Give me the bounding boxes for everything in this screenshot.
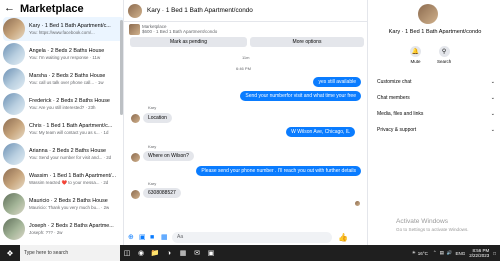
menu-chat-members[interactable]: Chat members ⌄ — [377, 95, 495, 101]
conversation-item[interactable]: Angela · 2 Beds 2 Baths House You: I'm wa… — [3, 42, 123, 66]
search-button[interactable]: ⚲ Search — [437, 46, 451, 64]
conversation-item[interactable]: Kary · 1 Bed 1 Bath Apartment/c... You: h… — [3, 17, 123, 41]
system-tray: ☀ 16°C ⌃ ▤ 🔊 ENG 8:56 PM 2/22/2023 □ — [412, 245, 496, 261]
outgoing-message: Please send your phone number . I'll rea… — [196, 166, 361, 176]
conversation-item[interactable]: Marsha · 2 Beds 2 Baths House You: call u… — [3, 67, 123, 91]
like-icon[interactable]: 👍 — [338, 233, 348, 242]
avatar — [131, 153, 140, 162]
app-icon[interactable]: ▣ — [204, 245, 218, 261]
avatar — [131, 190, 140, 199]
conversation-sidebar: ← Marketplace Kary · 1 Bed 1 Bath Apartm… — [0, 0, 124, 245]
mark-pending-button[interactable]: Mark as pending — [130, 37, 247, 47]
listing-card: Marketplace $600 · 1 Bed 1 Bath Apartmen… — [128, 23, 364, 49]
chevron-down-icon: ⌄ — [490, 79, 495, 85]
network-icon[interactable]: ▤ — [440, 250, 444, 256]
menu-media-files[interactable]: Media, files and links ⌄ — [377, 111, 495, 117]
avatar[interactable] — [128, 3, 142, 18]
conversation-item[interactable]: Chris · 1 Bed 1 Bath Apartment/c... You: … — [3, 117, 123, 141]
windows-start-icon[interactable]: ❖ — [0, 245, 20, 261]
incoming-message: Where on Wilson? — [143, 151, 194, 161]
conversation-item[interactable]: Wassim · 1 Bed 1 Bath Apartment/... Wassi… — [3, 167, 123, 191]
avatar[interactable] — [418, 4, 438, 24]
composer-bar: ⊕ ▣ ■ ▦ Aa 👍 — [124, 229, 367, 245]
search-icon: ⚲ — [438, 46, 450, 57]
sender-name: Kary — [148, 144, 157, 149]
activate-windows-subtitle: Go to Settings to activate Windows. — [396, 227, 469, 232]
message-input[interactable]: Aa — [172, 231, 332, 243]
chrome-icon[interactable]: ◉ — [134, 245, 148, 261]
sidebar-title: Marketplace — [20, 2, 84, 15]
mute-button[interactable]: 🔔 Mute — [410, 46, 421, 64]
listing-thumbnail — [3, 93, 25, 115]
listing-thumbnail — [3, 43, 25, 65]
menu-customize-chat[interactable]: Customize chat ⌄ — [377, 79, 495, 85]
listing-thumbnail — [3, 218, 25, 240]
sender-name: Kary — [148, 105, 157, 110]
outgoing-message: yes still available — [313, 77, 361, 87]
outgoing-message: W Wilson Ave, Chicago, IL — [286, 127, 355, 137]
avatar — [131, 114, 140, 123]
notification-icon[interactable]: □ — [493, 251, 496, 256]
listing-thumbnail — [3, 143, 25, 165]
timestamp: 11m — [242, 55, 250, 60]
listing-thumbnail — [3, 118, 25, 140]
chat-panel: Kary · 1 Bed 1 Bath Apartment/condo Mark… — [124, 0, 367, 245]
sidebar-scrollbar[interactable] — [120, 20, 123, 115]
store-icon[interactable]: ▦ — [176, 245, 190, 261]
bell-icon: 🔔 — [410, 46, 421, 57]
listing-thumbnail — [3, 193, 25, 215]
outgoing-message: Send your numberfor visit and what time … — [240, 91, 361, 101]
seen-avatar — [355, 201, 360, 206]
conversation-item[interactable]: Arianna · 2 Beds 2 Baths House You: Send … — [3, 142, 123, 166]
tray-arrow-icon[interactable]: ⌃ — [433, 250, 437, 256]
chat-header: Kary · 1 Bed 1 Bath Apartment/condo — [124, 0, 367, 22]
chat-title: Kary · 1 Bed 1 Bath Apartment/condo — [147, 7, 253, 14]
activate-windows-title: Activate Windows — [396, 218, 449, 225]
menu-privacy-support[interactable]: Privacy & support ⌄ — [377, 127, 495, 133]
edge-icon[interactable]: ◑ — [162, 245, 176, 261]
taskbar-search-input[interactable]: Type here to search — [20, 245, 120, 261]
chevron-down-icon: ⌄ — [490, 127, 495, 133]
conversation-item[interactable]: Joseph · 2 Beds 2 Baths Apartme... Joseph… — [3, 217, 123, 241]
more-options-button[interactable]: More options — [250, 37, 364, 47]
plus-icon[interactable]: ⊕ — [128, 234, 135, 241]
file-explorer-icon[interactable]: 📁 — [148, 245, 162, 261]
incoming-message: 6308088527 — [143, 188, 181, 198]
conversation-item[interactable]: Mauricio · 2 Beds 2 Baths House Mauricio:… — [3, 192, 123, 216]
listing-price: $600 · 1 Bed 1 Bath Apartment/condo — [142, 29, 218, 34]
sidebar-header: ← Marketplace — [0, 0, 123, 17]
listing-thumbnail — [3, 18, 25, 40]
gif-icon[interactable]: ▦ — [161, 234, 168, 241]
listing-thumbnail — [3, 68, 25, 90]
image-icon[interactable]: ▣ — [139, 234, 146, 241]
listing-thumbnail — [3, 168, 25, 190]
task-view-icon[interactable]: ◫ — [120, 245, 134, 261]
language-indicator[interactable]: ENG — [455, 251, 465, 256]
timestamp: 6:46 PM — [236, 66, 251, 71]
chevron-down-icon: ⌄ — [490, 111, 495, 117]
weather-icon[interactable]: ☀ — [412, 250, 416, 256]
clock[interactable]: 8:56 PM 2/22/2023 — [469, 248, 489, 258]
volume-icon[interactable]: 🔊 — [447, 250, 453, 256]
back-arrow-icon[interactable]: ← — [4, 3, 16, 14]
windows-taskbar: ❖ Type here to search ◫ ◉ 📁 ◑ ▦ ✉ ▣ ☀ 16… — [0, 245, 500, 261]
mail-icon[interactable]: ✉ — [190, 245, 204, 261]
conversation-item[interactable]: Frederick · 2 Beds 2 Baths House You: Are… — [3, 92, 123, 116]
incoming-message: Location — [143, 113, 172, 123]
weather-temp: 16°C — [417, 250, 428, 256]
sender-name: Kary — [148, 181, 157, 186]
info-name: Kary · 1 Bed 1 Bath Apartment/condo — [388, 29, 482, 35]
sticker-icon[interactable]: ■ — [150, 234, 157, 241]
chevron-down-icon: ⌄ — [490, 95, 495, 101]
conversation-info-panel: Kary · 1 Bed 1 Bath Apartment/condo 🔔 Mu… — [367, 0, 500, 245]
listing-thumbnail — [129, 24, 140, 35]
